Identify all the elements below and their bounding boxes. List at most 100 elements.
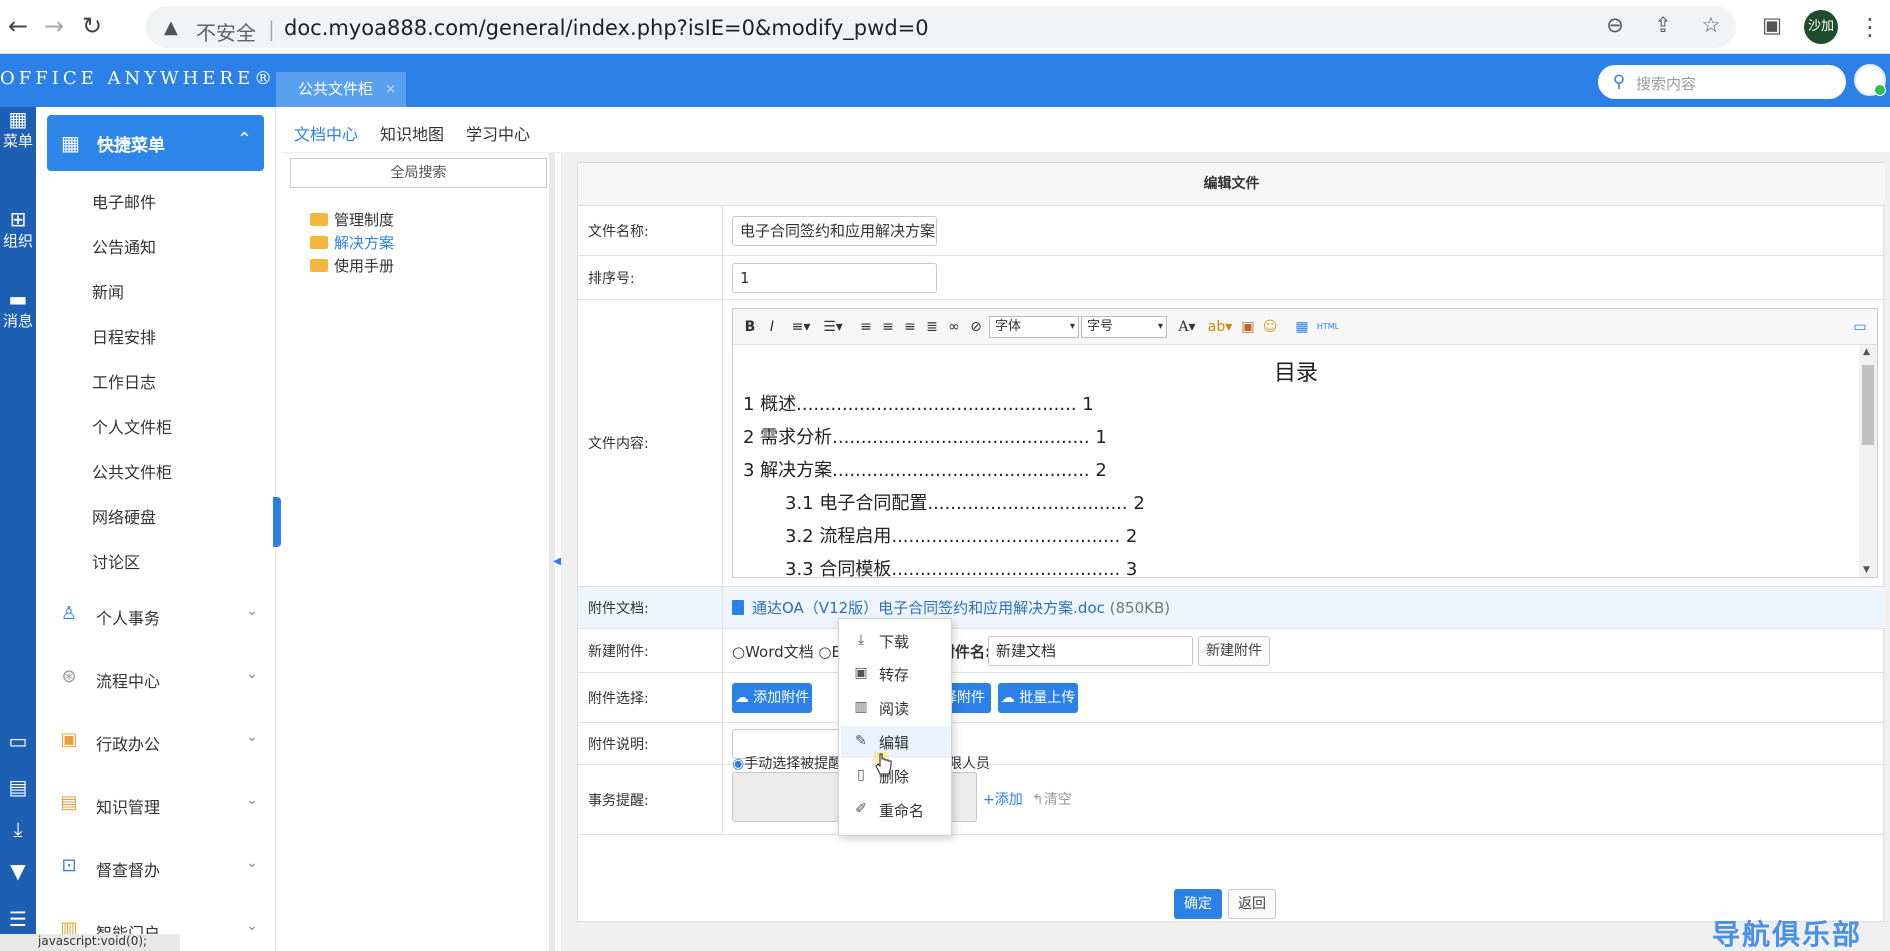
word-file-icon xyxy=(732,600,744,615)
rail-doc[interactable]: ▤ xyxy=(0,775,36,799)
attach-name-input[interactable]: 新建文档 xyxy=(988,636,1193,666)
font-size-select[interactable]: 字号 ▾ xyxy=(1081,316,1167,338)
order-input[interactable]: 1 xyxy=(732,263,937,293)
back-icon[interactable]: ← xyxy=(2,10,34,42)
url-text[interactable]: doc.myoa888.com/general/index.php?isIE=0… xyxy=(284,16,929,40)
attachment-file-link[interactable]: 通达OA（V12版）电子合同签约和应用解决方案.doc (850KB) xyxy=(732,597,1170,618)
sidebar-group-inspect[interactable]: ⊡ 督查督办 ⌄ xyxy=(36,847,275,887)
italic-icon[interactable]: I xyxy=(763,317,781,337)
status-bar-text: javascript:void(0); xyxy=(0,934,180,951)
sidebar-group-flow[interactable]: ⊛ 流程中心 ⌄ xyxy=(36,658,275,698)
sidebar-item-news[interactable]: 新闻 xyxy=(92,279,124,303)
tab-doc-center[interactable]: 文档中心 xyxy=(294,121,358,145)
menu-item-edit[interactable]: ✎ 编辑 xyxy=(841,726,951,758)
share-icon[interactable]: ⇪ xyxy=(1648,10,1678,40)
group-label: 知识管理 xyxy=(96,798,161,817)
bold-icon[interactable]: B xyxy=(741,317,759,337)
editor-scrollbar[interactable]: ▲ ▼ xyxy=(1859,345,1877,577)
scroll-down-icon[interactable]: ▼ xyxy=(1863,565,1870,575)
rail-download[interactable]: ⤓ xyxy=(0,817,36,841)
new-attach-type-radios[interactable]: ○Word文档 ○E xyxy=(732,641,841,662)
align-justify-icon[interactable]: ≣ xyxy=(923,317,941,337)
clear-icon: ↰ xyxy=(1032,792,1044,808)
create-attachment-button[interactable]: 新建附件 xyxy=(1198,636,1270,666)
more-menu-icon[interactable]: ⋮ xyxy=(1858,12,1882,42)
tree-folder-manual[interactable]: 使用手册 xyxy=(310,255,394,275)
add-attachment-button[interactable]: ☁ 添加附件 xyxy=(732,683,812,713)
bookmark-star-icon[interactable]: ☆ xyxy=(1696,10,1726,40)
reload-icon[interactable]: ↻ xyxy=(76,10,108,42)
tree-folder-solutions[interactable]: 解决方案 xyxy=(310,232,394,252)
grid-icon: ▦ xyxy=(8,107,28,131)
add-reminder-link[interactable]: +添加 xyxy=(983,789,1023,809)
scroll-up-icon[interactable]: ▲ xyxy=(1863,347,1870,357)
menu-item-label: 阅读 xyxy=(879,700,910,718)
emoji-icon[interactable]: ☺ xyxy=(1261,317,1279,337)
confirm-button[interactable]: 确定 xyxy=(1174,889,1222,919)
menu-item-save-as[interactable]: ▣ 转存 xyxy=(841,658,951,690)
user-avatar[interactable] xyxy=(1854,64,1886,96)
menu-item-read[interactable]: ▥ 阅读 xyxy=(841,692,951,724)
rail-shirt[interactable]: ▼ xyxy=(0,859,36,883)
align-left-icon[interactable]: ≡ xyxy=(857,317,875,337)
bullet-list-icon[interactable]: ☰▾ xyxy=(819,317,847,337)
chevron-up-icon[interactable]: ⌃ xyxy=(237,129,252,150)
image-icon[interactable]: ▣ xyxy=(1239,317,1257,337)
search-input[interactable]: 搜索内容 xyxy=(1636,73,1696,94)
highlight-icon[interactable]: ab▾ xyxy=(1205,317,1235,337)
sidebar-item-personal-cabinet[interactable]: 个人文件柜 xyxy=(92,414,172,438)
reminder-manual-radio[interactable]: ◉手动选择被提醒 xyxy=(732,753,842,773)
link-icon[interactable]: ∞ xyxy=(945,317,963,337)
sidebar-item-public-cabinet[interactable]: 公共文件柜 xyxy=(92,459,172,483)
menu-item-rename[interactable]: ✐ 重命名 xyxy=(841,794,951,826)
scrollbar-thumb[interactable] xyxy=(1862,365,1874,445)
unlink-icon[interactable]: ⊘ xyxy=(967,317,985,337)
sidebar-item-calendar[interactable]: 日程安排 xyxy=(92,324,156,348)
tree-folder-management[interactable]: 管理制度 xyxy=(310,209,394,229)
sidebar-item-netdisk[interactable]: 网络硬盘 xyxy=(92,504,156,528)
back-button[interactable]: 返回 xyxy=(1228,889,1276,919)
forward-icon[interactable]: → xyxy=(38,10,70,42)
quick-menu-header[interactable]: ▦ 快捷菜单 ⌃ xyxy=(47,115,264,171)
group-label: 督查督办 xyxy=(96,861,161,880)
sidebar-group-admin[interactable]: ▣ 行政办公 ⌄ xyxy=(36,721,275,761)
rail-menu-label: 菜单 xyxy=(2,132,33,150)
fullscreen-icon[interactable]: ▭ xyxy=(1851,317,1869,337)
rail-org[interactable]: ⊞ 组织 xyxy=(0,207,36,251)
sidebar-group-personal[interactable]: ♙ 个人事务 ⌄ xyxy=(36,595,275,635)
global-search-box[interactable]: ⚲ 搜索内容 xyxy=(1598,65,1846,99)
rail-monitor[interactable]: ▭ xyxy=(0,729,36,753)
address-bar[interactable]: ▲ 不安全 | doc.myoa888.com/general/index.ph… xyxy=(146,6,1736,48)
sidebar-group-knowledge[interactable]: ▤ 知识管理 ⌄ xyxy=(36,784,275,824)
zoom-icon[interactable]: ⊖ xyxy=(1600,10,1630,40)
font-color-icon[interactable]: A▾ xyxy=(1173,317,1201,337)
profile-avatar[interactable]: 沙加 xyxy=(1804,10,1838,44)
global-search-button[interactable]: 全局搜索 xyxy=(290,158,547,188)
menu-item-download[interactable]: ⤓ 下载 xyxy=(841,625,951,657)
clear-reminder-link[interactable]: ↰清空 xyxy=(1032,789,1072,809)
sidebar-item-email[interactable]: 电子邮件 xyxy=(92,189,156,213)
align-center-icon[interactable]: ≡ xyxy=(879,317,897,337)
close-icon[interactable]: × xyxy=(385,72,396,107)
rail-message[interactable]: ▬ 消息 xyxy=(0,287,36,331)
tab-knowledge-map[interactable]: 知识地图 xyxy=(380,121,444,145)
font-family-select[interactable]: 字体 ▾ xyxy=(989,316,1079,338)
pencil-icon: ✐ xyxy=(855,801,867,817)
sidebar-item-forum[interactable]: 讨论区 xyxy=(92,549,140,573)
sidebar-item-worklog[interactable]: 工作日志 xyxy=(92,369,156,393)
html-source-icon[interactable]: HTML xyxy=(1315,317,1341,337)
rail-more[interactable]: ☰ xyxy=(0,907,36,931)
sidebar-collapse-handle[interactable] xyxy=(273,497,281,547)
file-name-input[interactable]: 电子合同签约和应用解决方案-通达O xyxy=(732,216,937,246)
tab-public-cabinet[interactable]: 公共文件柜 × xyxy=(276,72,406,107)
table-icon[interactable]: ▦ xyxy=(1293,317,1311,337)
rail-menu[interactable]: ▦ 菜单 xyxy=(0,107,36,151)
menu-item-delete[interactable]: ▯ 删除 xyxy=(841,760,951,792)
align-right-icon[interactable]: ≡ xyxy=(901,317,919,337)
sidebar-item-notice[interactable]: 公告通知 xyxy=(92,234,156,258)
editor-content[interactable]: 目录 1 概述.................................… xyxy=(733,345,1859,577)
side-panel-icon[interactable]: ▣ xyxy=(1757,10,1787,40)
ordered-list-icon[interactable]: ≡▾ xyxy=(787,317,815,337)
tab-learning-center[interactable]: 学习中心 xyxy=(466,121,530,145)
batch-upload-button[interactable]: ☁ 批量上传 xyxy=(998,683,1078,713)
